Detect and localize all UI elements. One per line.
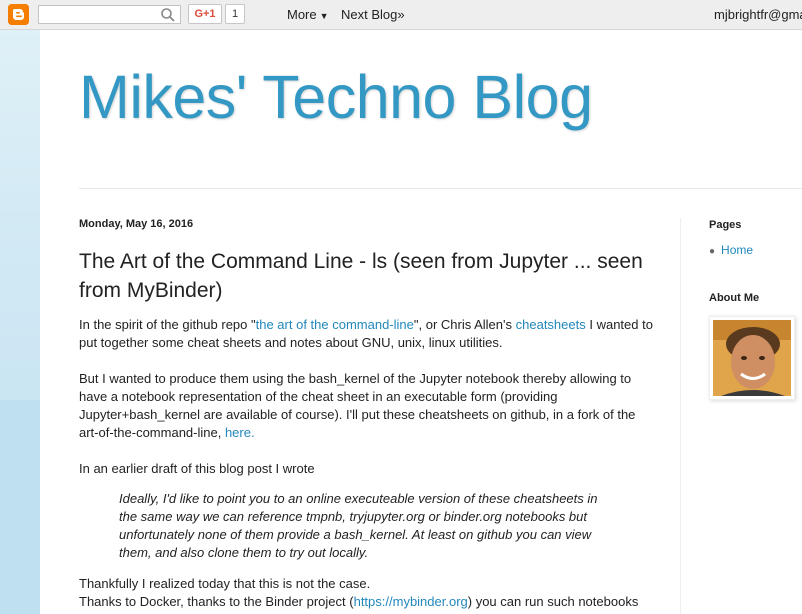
text: In the spirit of the github repo " <box>79 317 256 332</box>
mybinder-link[interactable]: https://mybinder.org <box>354 594 468 609</box>
page-background-lower <box>0 400 40 614</box>
blog-title[interactable]: Mikes' Techno Blog <box>79 62 593 132</box>
text: ", or Chris Allen's <box>413 317 516 332</box>
text: Thankfully I realized today that this is… <box>79 576 371 591</box>
blogger-logo-icon[interactable] <box>8 4 29 25</box>
text: Thanks to Docker, thanks to the Binder p… <box>79 594 354 609</box>
more-label: More <box>287 7 317 22</box>
text: ) you can run such notebooks <box>467 594 639 609</box>
bullet-icon: ● <box>709 246 716 257</box>
header-divider <box>79 188 802 189</box>
post-paragraph: But I wanted to produce them using the b… <box>79 370 654 442</box>
next-blog-link[interactable]: Next Blog» <box>341 7 405 22</box>
post-title[interactable]: The Art of the Command Line - ls (seen f… <box>79 247 659 305</box>
post-paragraph: Thankfully I realized today that this is… <box>79 575 654 611</box>
pages-widget-title: Pages <box>709 219 742 231</box>
pages-list: ● Home <box>709 243 753 257</box>
list-item: ● Home <box>709 243 753 257</box>
google-plus-one-button[interactable]: G+1 <box>188 4 222 24</box>
text: But I wanted to produce them using the b… <box>79 371 636 440</box>
post-date: Monday, May 16, 2016 <box>79 218 194 230</box>
cheatsheets-link[interactable]: cheatsheets <box>516 317 586 332</box>
here-link[interactable]: here. <box>225 425 255 440</box>
post-paragraph: In the spirit of the github repo "the ar… <box>79 316 654 352</box>
home-link[interactable]: Home <box>721 243 753 257</box>
blockquote: Ideally, I'd like to point you to an onl… <box>119 491 598 560</box>
art-of-command-line-link[interactable]: the art of the command-line <box>256 317 414 332</box>
blogger-navbar: G+1 1 More ▼ Next Blog» mjbrightfr@gma <box>0 0 802 30</box>
about-me-title: About Me <box>709 292 760 304</box>
caret-down-icon: ▼ <box>319 11 329 21</box>
post-paragraph: In an earlier draft of this blog post I … <box>79 461 315 476</box>
more-menu[interactable]: More ▼ <box>287 7 329 22</box>
avatar[interactable] <box>709 316 795 400</box>
search-icon[interactable] <box>160 7 176 23</box>
plus-one-count: 1 <box>225 4 245 24</box>
user-account-link[interactable]: mjbrightfr@gma <box>714 7 802 22</box>
sidebar-divider <box>680 218 681 614</box>
